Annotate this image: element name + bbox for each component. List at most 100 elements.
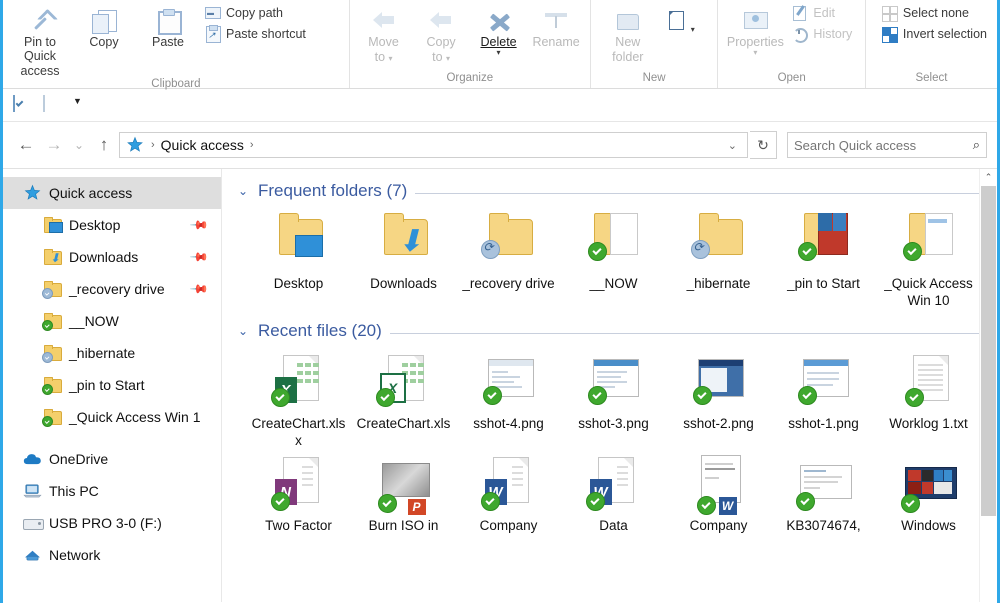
sidebar-item-this-pc[interactable]: This PC <box>3 475 221 507</box>
sidebar-item-downloads[interactable]: ⬇ Downloads 📌 <box>3 241 221 273</box>
folder-tile[interactable]: __NOW <box>561 207 666 309</box>
file-tile[interactable]: P Burn ISO in <box>351 449 456 534</box>
pin-icon[interactable]: 📌 <box>189 247 209 267</box>
file-list-scroll-area: ⌄ Frequent folders (7) Desktop ⬇ Downloa… <box>222 169 997 602</box>
sidebar-item-quick-access[interactable]: Quick access <box>3 177 221 209</box>
delete-caret-icon[interactable]: ▾ <box>497 49 501 57</box>
section-header-recent-files[interactable]: ⌄ Recent files (20) <box>230 309 997 347</box>
word-file-icon: W <box>479 453 539 515</box>
select-none-button[interactable]: Select none <box>878 4 991 22</box>
edit-icon <box>792 5 808 21</box>
scroll-up-button[interactable]: ⌃ <box>980 169 997 186</box>
sidebar-item-hibernate[interactable]: _hibernate <box>3 337 221 369</box>
file-tile[interactable]: sshot-1.png <box>771 347 876 449</box>
file-tile[interactable]: Windows <box>876 449 981 534</box>
folder-tile[interactable]: _Quick Access Win 10 <box>876 207 981 309</box>
file-tile[interactable]: X CreateChart.xlsx <box>246 347 351 449</box>
pin-icon[interactable]: 📌 <box>189 279 209 299</box>
sidebar-label: OneDrive <box>49 451 109 467</box>
properties-button[interactable]: Properties ▾ <box>724 2 786 57</box>
sidebar-item-now[interactable]: __NOW <box>3 305 221 337</box>
copy-to-icon <box>427 4 455 34</box>
sidebar-item-network[interactable]: Network <box>3 539 221 571</box>
copy-to-button[interactable]: Copy to ▾ <box>413 2 469 64</box>
scrollbar-track[interactable] <box>980 186 997 585</box>
folder-tile[interactable]: Desktop <box>246 207 351 309</box>
up-button[interactable]: ↑ <box>91 132 117 158</box>
folder-tile[interactable]: _hibernate <box>666 207 771 309</box>
sidebar-item-recovery-drive[interactable]: _recovery drive 📌 <box>3 273 221 305</box>
file-tile[interactable]: W Company <box>456 449 561 534</box>
item-name: Company <box>689 518 748 533</box>
file-tile[interactable]: sshot-3.png <box>561 347 666 449</box>
search-icon: ⌕ <box>972 137 980 152</box>
folder-downloads-icon: ⬇ <box>43 248 62 266</box>
folder-icon <box>584 211 644 273</box>
folder-tile[interactable]: _pin to Start <box>771 207 876 309</box>
breadcrumb[interactable]: › Quick access › ⌄ <box>119 132 748 158</box>
file-tile[interactable]: KB3074674, <box>771 449 876 534</box>
folder-desktop-icon <box>269 211 329 273</box>
copy-button[interactable]: Copy <box>73 2 135 49</box>
pin-icon[interactable]: 📌 <box>189 215 209 235</box>
sidebar-item-desktop[interactable]: Desktop 📌 <box>3 209 221 241</box>
chevron-down-icon[interactable]: ⌄ <box>236 184 250 198</box>
file-tile[interactable]: sshot-4.png <box>456 347 561 449</box>
folder-tile[interactable]: _recovery drive <box>456 207 561 309</box>
file-tile[interactable]: W Data <box>561 449 666 534</box>
breadcrumb-separator-1: › <box>151 139 155 151</box>
folder-tile[interactable]: ⬇ Downloads <box>351 207 456 309</box>
section-header-frequent-folders[interactable]: ⌄ Frequent folders (7) <box>230 169 997 207</box>
pin-to-quick-access-button[interactable]: Pin to Quick access <box>9 2 71 78</box>
new-folder-qat-icon[interactable] <box>43 95 61 114</box>
delete-button[interactable]: Delete ▾ <box>471 2 527 57</box>
image-file-icon <box>689 351 749 413</box>
explorer-body: Quick access Desktop 📌 ⬇ Downloads 📌 _re… <box>3 168 997 602</box>
file-tile[interactable]: W Company <box>666 449 771 534</box>
history-button[interactable]: History <box>788 25 856 43</box>
history-label: History <box>813 27 853 41</box>
file-tile[interactable]: Worklog 1.txt <box>876 347 981 449</box>
properties-icon <box>741 4 769 34</box>
sidebar-label: _hibernate <box>69 345 136 361</box>
invert-selection-button[interactable]: Invert selection <box>878 25 991 43</box>
ribbon-group-label-new: New <box>642 72 666 84</box>
recent-locations-button[interactable]: ⌄ <box>69 132 89 158</box>
sidebar-item-onedrive[interactable]: OneDrive <box>3 443 221 475</box>
sidebar-item-quick-access-win[interactable]: _Quick Access Win 1 <box>3 401 221 433</box>
vertical-scrollbar[interactable]: ⌃ ⌄ <box>979 169 997 602</box>
search-input[interactable]: Search Quick access <box>794 138 973 153</box>
search-box[interactable]: Search Quick access ⌕ <box>787 132 987 158</box>
item-name: CreateChart.xlsx <box>251 416 346 448</box>
sidebar-item-pin-to-start[interactable]: _pin to Start <box>3 369 221 401</box>
navigation-pane[interactable]: Quick access Desktop 📌 ⬇ Downloads 📌 _re… <box>3 169 222 602</box>
move-to-button[interactable]: Move to ▾ <box>356 2 412 64</box>
scrollbar-thumb[interactable] <box>981 186 996 516</box>
address-dropdown-icon[interactable]: ⌄ <box>722 139 743 152</box>
chevron-down-icon[interactable]: ⌄ <box>236 324 250 338</box>
paste-label: Paste <box>152 35 184 49</box>
forward-button[interactable]: → <box>41 132 67 158</box>
breadcrumb-separator-2[interactable]: › <box>246 139 258 151</box>
new-item-button[interactable]: ▾ <box>661 2 701 34</box>
checkbox-view-icon[interactable] <box>13 95 31 114</box>
paste-button[interactable]: Paste <box>137 2 199 49</box>
breadcrumb-quick-access[interactable]: Quick access <box>159 137 246 153</box>
customize-qat-chevron-icon[interactable]: ▼ <box>73 96 91 114</box>
sidebar-label: _pin to Start <box>69 377 145 393</box>
rename-button[interactable]: Rename <box>528 2 584 49</box>
back-button[interactable]: ← <box>13 132 39 158</box>
sidebar-item-usb-drive[interactable]: USB PRO 3-0 (F:) <box>3 507 221 539</box>
file-tile[interactable]: X CreateChart.xls <box>351 347 456 449</box>
file-tile[interactable]: sshot-2.png <box>666 347 771 449</box>
file-list-pane[interactable]: ⌄ Frequent folders (7) Desktop ⬇ Downloa… <box>222 169 997 602</box>
paste-shortcut-button[interactable]: ↗ Paste shortcut <box>201 25 310 43</box>
sidebar-label: Downloads <box>69 249 139 265</box>
excel-file-icon: X <box>269 351 329 413</box>
file-tile[interactable]: N Two Factor <box>246 449 351 534</box>
refresh-button[interactable]: ↻ <box>750 131 777 159</box>
copy-path-button[interactable]: ▬ Copy path <box>201 4 310 22</box>
edit-button[interactable]: Edit <box>788 4 856 22</box>
new-folder-button[interactable]: New folder <box>597 2 659 64</box>
properties-caret-icon[interactable]: ▾ <box>753 49 757 57</box>
